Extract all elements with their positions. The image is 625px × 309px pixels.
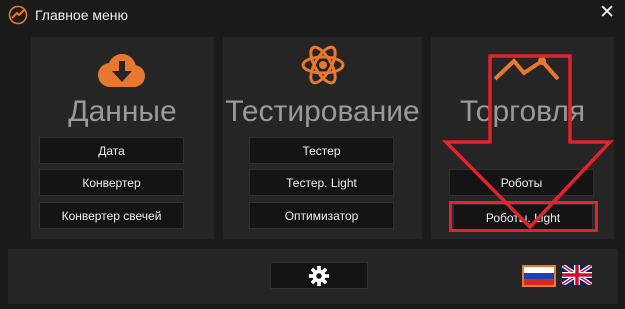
data-button[interactable]: Дата — [39, 137, 184, 164]
converter-button[interactable]: Конвертер — [39, 169, 184, 196]
candle-converter-button[interactable]: Конвертер свечей — [39, 202, 184, 229]
app-logo-icon — [8, 5, 28, 25]
data-panel: Данные Дата Конвертер Конвертер свечей — [31, 37, 214, 239]
trading-section-title: Торговля — [459, 95, 586, 128]
trading-panel: Торговля Роботы Роботы. Light — [431, 37, 614, 239]
atom-icon — [301, 45, 345, 85]
uk-flag-icon[interactable] — [562, 265, 592, 285]
optimizer-button[interactable]: Оптимизатор — [249, 202, 394, 229]
testing-panel: Тестирование Тестер Тестер. Light Оптими… — [223, 37, 422, 239]
cloud-download-icon — [98, 54, 145, 87]
settings-button[interactable] — [270, 262, 368, 289]
russian-flag-icon[interactable] — [522, 265, 556, 287]
robots-light-button[interactable]: Роботы. Light — [453, 204, 593, 231]
close-button[interactable]: ✕ — [599, 3, 615, 23]
tester-light-button[interactable]: Тестер. Light — [249, 169, 394, 196]
gear-icon — [308, 265, 330, 286]
testing-section-title: Тестирование — [225, 95, 420, 128]
data-section-title: Данные — [68, 95, 177, 128]
robots-button[interactable]: Роботы — [449, 169, 594, 196]
window-title: Главное меню — [35, 7, 129, 23]
trend-line-icon — [493, 57, 560, 81]
title-bar: Главное меню ✕ — [0, 0, 625, 30]
tester-button[interactable]: Тестер — [249, 137, 394, 164]
